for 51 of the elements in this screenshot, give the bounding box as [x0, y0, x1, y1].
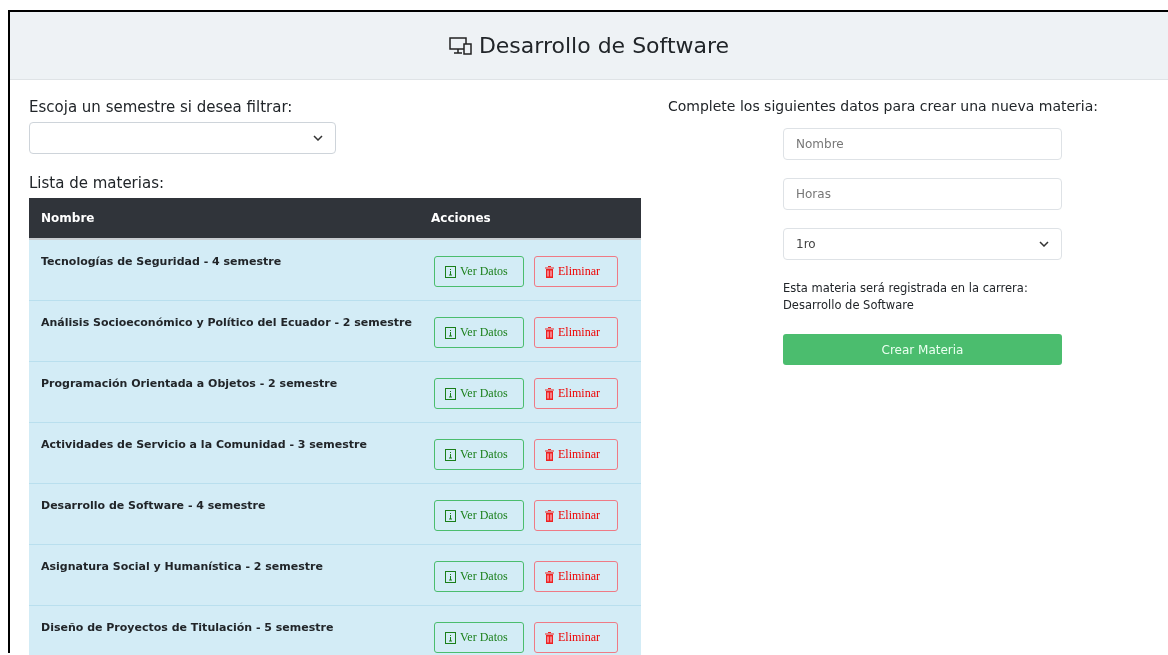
info-icon	[445, 326, 456, 339]
subject-name: Programación Orientada a Objetos - 2 semestre	[40, 376, 338, 392]
view-button[interactable]: Ver Datos	[434, 622, 524, 653]
info-icon	[445, 631, 456, 644]
trash-icon	[545, 326, 554, 339]
trash-icon	[545, 448, 554, 461]
view-button[interactable]: Ver Datos	[434, 256, 524, 287]
trash-icon	[545, 387, 554, 400]
name-input[interactable]: Nombre	[783, 128, 1062, 160]
info-icon	[445, 387, 456, 400]
semester-filter-select[interactable]	[29, 122, 336, 154]
subject-name: Desarrollo de Software - 4 semestre	[40, 498, 266, 514]
delete-button[interactable]: Eliminar	[534, 561, 618, 592]
delete-button[interactable]: Eliminar	[534, 317, 618, 348]
trash-icon	[545, 570, 554, 583]
form-title: Complete los siguientes datos para crear una nueva materia:	[668, 98, 1100, 114]
chevron-icon	[313, 135, 323, 141]
info-icon	[445, 570, 456, 583]
chevron-icon	[1039, 241, 1049, 247]
note-text: Esta materia será registrada en la carrera:	[783, 280, 1029, 297]
info-icon	[445, 448, 456, 461]
view-button[interactable]: Ver Datos	[434, 500, 524, 531]
subject-name: Asignatura Social y Humanística - 2 semestre	[40, 559, 323, 575]
subject-name: Diseño de Proyectos de Titulación - 5 semestre	[40, 620, 334, 636]
delete-button[interactable]: Eliminar	[534, 500, 618, 531]
view-button[interactable]: Ver Datos	[434, 439, 524, 470]
view-button[interactable]: Ver Datos	[434, 561, 524, 592]
filter-label: Escoja un semestre si desea filtrar:	[29, 98, 294, 116]
delete-button[interactable]: Eliminar	[534, 439, 618, 470]
delete-button[interactable]: Eliminar	[534, 378, 618, 409]
column-header: Acciones	[431, 211, 491, 225]
semester-select[interactable]: 1ro	[783, 228, 1062, 260]
page-title: Desarrollo de Software	[478, 33, 730, 58]
list-title: Lista de materias:	[29, 174, 165, 192]
info-icon	[445, 509, 456, 522]
view-button[interactable]: Ver Datos	[434, 378, 524, 409]
info-icon	[445, 265, 456, 278]
trash-icon	[545, 509, 554, 522]
trash-icon	[545, 631, 554, 644]
subject-name: Tecnologías de Seguridad - 4 semestre	[40, 254, 282, 270]
subject-name: Actividades de Servicio a la Comunidad - 3 semestre	[40, 437, 367, 453]
delete-button[interactable]: Eliminar	[534, 622, 618, 653]
column-header: Nombre	[40, 211, 96, 225]
trash-icon	[545, 265, 554, 278]
note-text: Desarrollo de Software	[783, 297, 915, 314]
hours-input[interactable]: Horas	[783, 178, 1062, 210]
subject-name: Análisis Socioeconómico y Político del Ecuador - 2 semestre	[40, 315, 412, 331]
view-button[interactable]: Ver Datos	[434, 317, 524, 348]
create-button[interactable]: Crear Materia	[783, 334, 1062, 365]
delete-button[interactable]: Eliminar	[534, 256, 618, 287]
monitor-icon	[448, 35, 473, 56]
